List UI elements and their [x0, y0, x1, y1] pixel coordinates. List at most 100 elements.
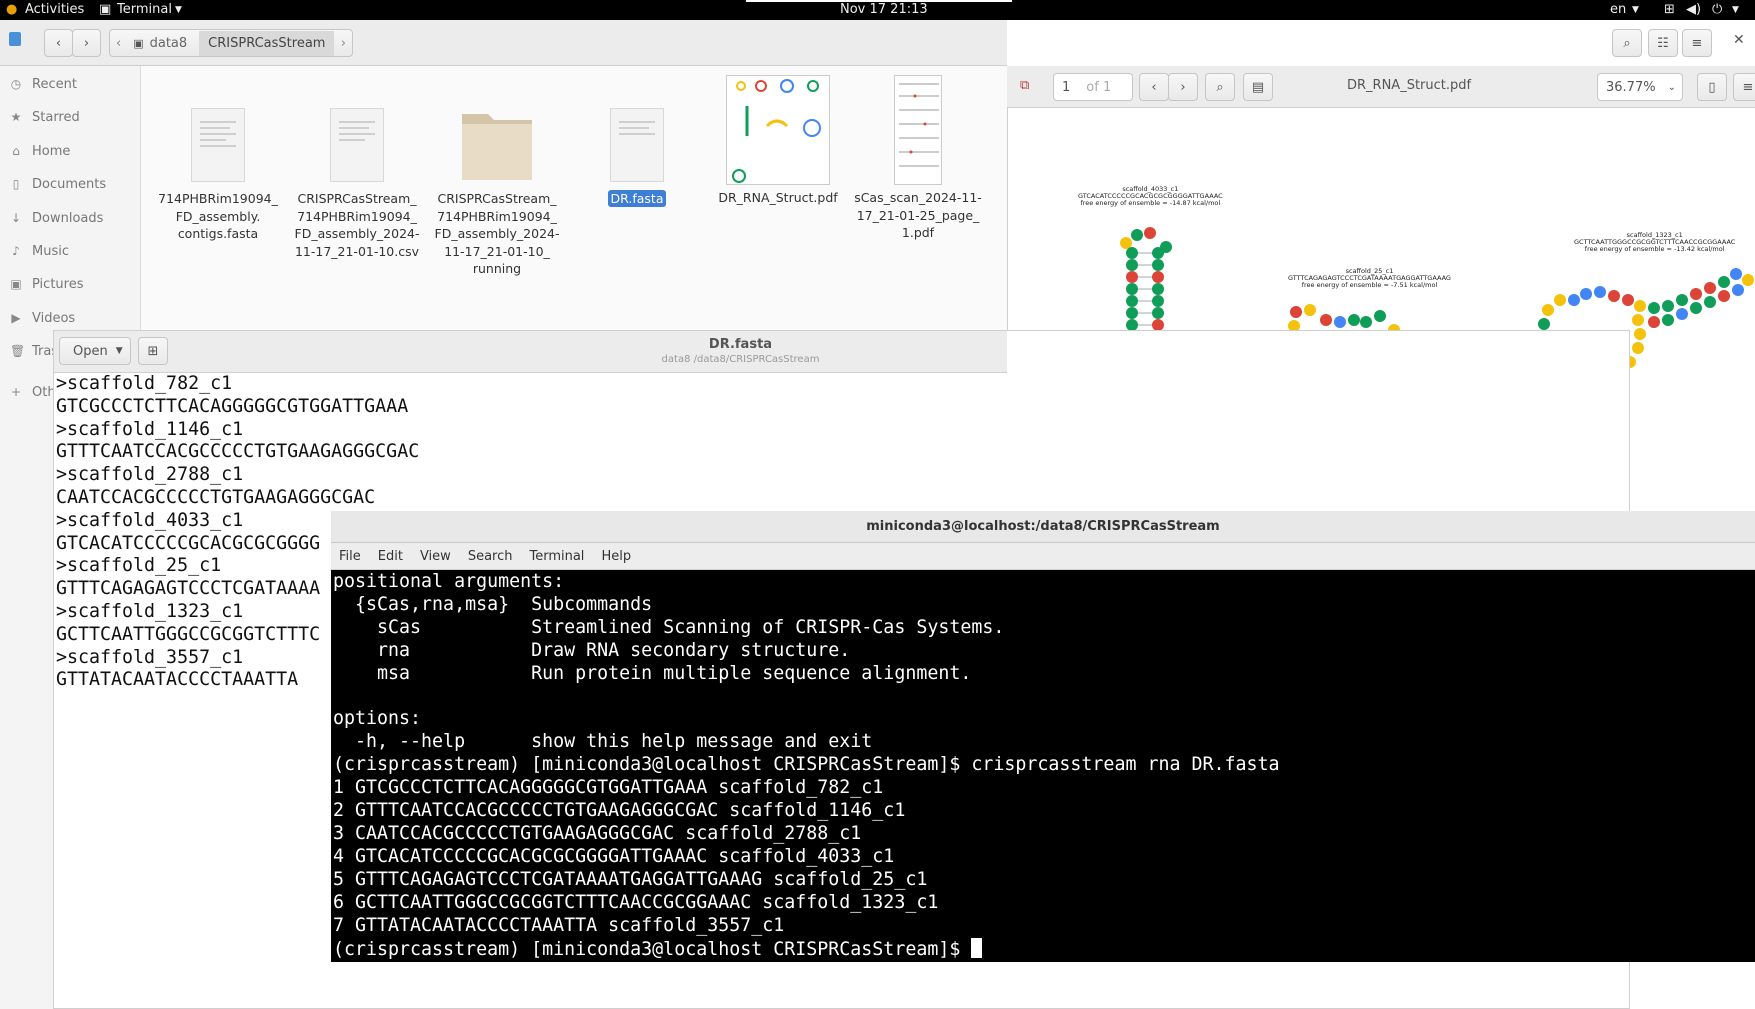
file-name: sCas_scan_2024-11- 17_21-01-25_page_ 1.p… — [854, 190, 982, 240]
terminal-menubar: File Edit View Search Terminal Help — [331, 543, 1755, 570]
list-view-icon: ☷ — [1657, 35, 1669, 51]
next-page-button[interactable]: › — [1168, 73, 1198, 101]
chevron-left-icon: ‹ — [1151, 79, 1157, 95]
chevron-left-icon: ‹ — [55, 35, 62, 51]
page-number: 1 — [1062, 79, 1071, 95]
document-icon: ▯ — [1708, 79, 1716, 95]
chevron-right-icon: › — [1180, 79, 1186, 95]
terminal-output[interactable]: positional arguments: {sCas,rna,msa} Sub… — [333, 571, 1280, 961]
sidebar-item-documents[interactable]: ▯ Documents — [10, 174, 106, 194]
search-button[interactable]: ⌕ — [1612, 29, 1642, 57]
plus-icon: + — [10, 385, 22, 399]
file-item[interactable]: DR_RNA_Struct.pdf — [713, 75, 843, 207]
forward-button[interactable]: › — [72, 29, 101, 57]
volume-icon[interactable]: ◀) — [1686, 2, 1701, 17]
menu-button[interactable]: ≡ — [1682, 29, 1712, 57]
evince-app-icon: ⧉ — [1020, 78, 1030, 93]
struct-energy: free energy of ensemble = -7.51 kcal/mol — [1301, 281, 1438, 289]
menu-terminal[interactable]: Terminal — [529, 549, 584, 564]
back-button[interactable]: ‹ — [44, 29, 73, 57]
download-icon: ↓ — [10, 211, 22, 225]
path-scroll-left-icon[interactable]: ‹ — [116, 36, 121, 51]
app-menu-button[interactable]: Terminal — [117, 2, 172, 17]
terminal-app-icon: ▣ — [99, 2, 112, 17]
gnome-foot-icon: ● — [6, 2, 18, 17]
sidebar-item-label: Music — [32, 243, 69, 259]
search-icon: ⌕ — [1216, 79, 1224, 95]
sidebar-item-label: Videos — [32, 310, 76, 326]
chevron-right-icon: › — [83, 35, 90, 51]
sidebar-item-label: Recent — [32, 76, 77, 92]
sidebar-item-trash[interactable]: 🗑 Tras — [10, 341, 58, 361]
sidebar-item-pictures[interactable]: ▣ Pictures — [10, 274, 83, 294]
folder-item[interactable]: CRISPRCasStream_ 714PHBRim19094_ FD_asse… — [432, 108, 562, 278]
pdf-thumbnail-icon — [894, 75, 942, 185]
menu-search[interactable]: Search — [468, 549, 513, 564]
sidebar-item-label: Documents — [32, 176, 107, 192]
zoom-select[interactable]: 36.77% ⌄ — [1597, 73, 1683, 101]
file-item[interactable]: CRISPRCasStream_ 714PHBRim19094_ FD_asse… — [292, 108, 422, 260]
menu-file[interactable]: File — [339, 549, 361, 564]
document-title: DR_RNA_Struct.pdf — [1347, 78, 1472, 93]
path-scroll-right-icon[interactable]: › — [341, 36, 346, 51]
file-item[interactable]: sCas_scan_2024-11- 17_21-01-25_page_ 1.p… — [853, 75, 983, 242]
path-bar: ‹ ▣ data8 CRISPRCasStream › — [109, 29, 353, 57]
drive-icon: ▣ — [133, 36, 144, 50]
sidebar-item-recent[interactable]: ◷ Recent — [10, 74, 77, 94]
file-name: 714PHBRim19094_ FD_assembly. contigs.fas… — [158, 191, 278, 241]
picture-icon: ▣ — [10, 277, 22, 291]
sidebar-item-home[interactable]: ⌂ Home — [10, 141, 70, 161]
language-indicator[interactable]: en — [1610, 2, 1626, 17]
pdf-viewer-headerbar: ⧉ 1 of 1 ‹ › ⌕ ▤ DR_RNA_Struct.pdf 36.77… — [1007, 66, 1755, 108]
sidebar-item-other-locations[interactable]: + Oth — [10, 382, 56, 402]
clock[interactable]: Nov 17 21:13 — [840, 2, 928, 17]
struct-header: scaffold_25_c1 GTTTCAGAGAGTCCCTCGATAAAAT… — [1288, 268, 1451, 289]
activities-button[interactable]: Activities — [25, 2, 84, 17]
terminal-cursor — [971, 937, 983, 958]
menu-view[interactable]: View — [420, 549, 451, 564]
chevron-down-icon: ⌄ — [1667, 81, 1676, 93]
chevron-down-icon: ▼ — [1632, 5, 1639, 15]
zoom-level: 36.77% — [1606, 79, 1656, 95]
file-item-selected[interactable]: DR.fasta — [572, 108, 702, 208]
sidebar-item-label: Pictures — [32, 276, 84, 292]
sidebar-item-videos[interactable]: ▶ Videos — [10, 308, 75, 328]
sidebar-toggle-button[interactable]: ▤ — [1243, 73, 1273, 101]
menu-button[interactable]: ≡ — [1733, 73, 1755, 101]
find-button[interactable]: ⌕ — [1205, 73, 1235, 101]
struct-energy: free energy of ensemble = -13.42 kcal/mo… — [1584, 245, 1725, 253]
struct-energy: free energy of ensemble = -14.87 kcal/mo… — [1080, 199, 1221, 207]
page-number-field[interactable]: 1 of 1 — [1053, 73, 1133, 101]
text-file-icon — [191, 108, 245, 182]
file-item[interactable]: 714PHBRim19094_ FD_assembly. contigs.fas… — [153, 108, 283, 243]
previous-page-button[interactable]: ‹ — [1139, 73, 1169, 101]
files-app-icon — [9, 32, 21, 46]
close-icon[interactable]: ✕ — [1733, 32, 1745, 48]
file-name: CRISPRCasStream_ 714PHBRim19094_ FD_asse… — [434, 191, 560, 276]
sidebar-item-label: Downloads — [32, 210, 104, 226]
menu-help[interactable]: Help — [601, 549, 631, 564]
trash-icon: 🗑 — [10, 344, 26, 358]
network-icon[interactable]: ⊞ — [1664, 2, 1675, 17]
clock-icon: ◷ — [10, 77, 22, 91]
text-editor-headerbar: Open ▼ ⊞ DR.fasta data8 /data8/CRISPRCas… — [54, 331, 1007, 373]
save-button[interactable]: ▯ — [1697, 73, 1727, 101]
struct-header: scaffold_4033_c1 GTCACATCCCCCGCACGCGCGGG… — [1078, 186, 1223, 207]
chevron-down-icon: ▼ — [1732, 5, 1739, 15]
view-toggle-button[interactable]: ☷ — [1648, 29, 1678, 57]
sidebar-item-label: Starred — [32, 109, 80, 125]
video-icon: ▶ — [11, 311, 21, 325]
search-icon: ⌕ — [1623, 35, 1631, 51]
power-icon[interactable]: ⏻ — [1712, 2, 1722, 17]
document-title: DR.fasta — [708, 337, 773, 352]
page-count: of 1 — [1086, 79, 1112, 95]
path-segment-crisprcasstream[interactable]: CRISPRCasStream — [199, 30, 335, 56]
sidebar-item-downloads[interactable]: ↓ Downloads — [10, 208, 103, 228]
path-segment-data8[interactable]: data8 — [150, 36, 188, 51]
hamburger-icon: ≡ — [1691, 35, 1703, 51]
struct-header: scaffold_1323_c1 GCTTCAATTGGGCCGCGGTCTTT… — [1574, 232, 1735, 253]
sidebar-item-starred[interactable]: ★ Starred — [10, 107, 80, 127]
menu-edit[interactable]: Edit — [378, 549, 403, 564]
terminal-history: positional arguments: {sCas,rna,msa} Sub… — [333, 571, 1280, 936]
sidebar-item-music[interactable]: ♪ Music — [10, 241, 69, 261]
